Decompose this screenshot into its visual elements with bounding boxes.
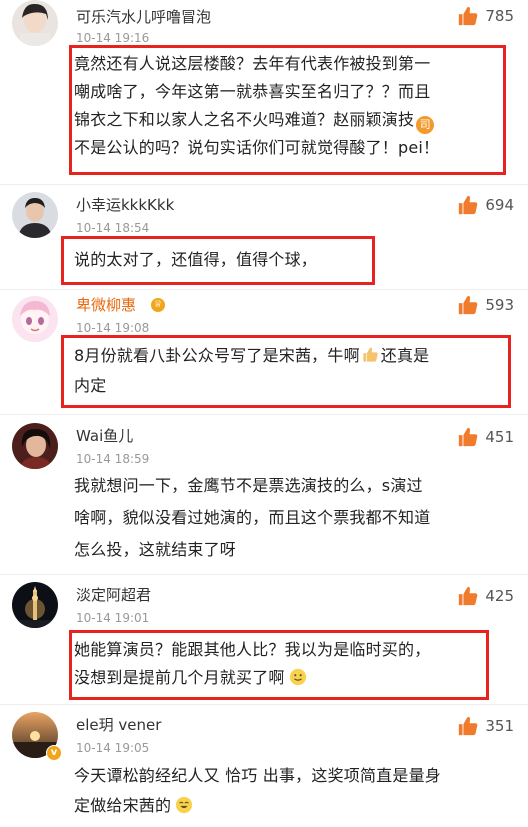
emoji-icon: 司	[416, 116, 435, 134]
comment-timestamp: 10-14 19:08	[76, 321, 150, 335]
thumbs-up-icon	[457, 426, 479, 448]
thumbs-up-icon	[457, 715, 479, 737]
comment-item: 可乐汽水儿呼噜冒泡 10-14 19:16 785 竟然还有人说这层楼酸？去年有…	[0, 0, 528, 185]
comment-line: 内定	[74, 376, 107, 395]
comment-line: 竟然还有人说这层楼酸？去年有代表作被投到第一	[74, 54, 431, 73]
like-count: 351	[485, 717, 514, 735]
comment-username[interactable]: 小幸运kkkKkk	[76, 196, 174, 214]
comment-line-text: 8月份就看八卦公众号写了是宋茜，牛啊	[74, 346, 360, 365]
comment-text: 今天谭松韵经纪人又 恰巧 出事，这奖项简直是量身 定做给宋茜的	[74, 761, 441, 824]
laugh-emoji-icon	[175, 794, 193, 824]
comment-line: 锦衣之下和以家人之名不火吗难道？赵丽颖演技司	[74, 106, 439, 134]
avatar[interactable]	[12, 192, 58, 238]
like-button[interactable]: 694	[457, 194, 514, 216]
comment-timestamp: 10-14 18:54	[76, 221, 150, 235]
like-button[interactable]: 785	[457, 5, 514, 27]
comment-timestamp: 10-14 19:16	[76, 31, 150, 45]
comment-username[interactable]: 卑微柳惠	[76, 296, 136, 314]
avatar[interactable]	[12, 582, 58, 628]
comment-line: 今天谭松韵经纪人又 恰巧 出事，这奖项简直是量身	[74, 766, 441, 785]
thumbs-up-icon	[457, 585, 479, 607]
comment-line: 我就想问一下，金鹰节不是票选演技的么，s演过	[74, 476, 423, 495]
like-count: 451	[485, 428, 514, 446]
comment-timestamp: 10-14 18:59	[76, 452, 150, 466]
comment-username[interactable]: 淡定阿超君	[76, 586, 151, 604]
like-button[interactable]: 425	[457, 585, 514, 607]
comment-text: 8月份就看八卦公众号写了是宋茜，牛啊 还真是 内定	[74, 342, 429, 400]
comment-line-text: 还真是	[380, 346, 430, 365]
thumbs-up-emoji-icon	[362, 344, 379, 372]
comment-text: 竟然还有人说这层楼酸？去年有代表作被投到第一 嘲成啥了，今年这第一就恭喜实至名归…	[74, 50, 439, 162]
comment-line: 啥啊，貌似没看过她演的，而且这个票我都不知道	[74, 508, 431, 527]
like-button[interactable]: 451	[457, 426, 514, 448]
comment-line: 怎么投，这就结束了呀	[74, 540, 237, 559]
comment-item: 小幸运kkkKkk 10-14 18:54 694 说的太对了，还值得，值得个球…	[0, 185, 528, 290]
like-count: 694	[485, 196, 514, 214]
comment-line: 说的太对了，还值得，值得个球，	[74, 250, 318, 269]
comment-item: 卑微柳惠 ♕ 10-14 19:08 593 8月份就看八卦公众号写了是宋茜，牛…	[0, 290, 528, 415]
comment-item: 淡定阿超君 10-14 19:01 425 她能算演员？能跟其他人比？我以为是临…	[0, 575, 528, 705]
thumbs-up-icon	[457, 194, 479, 216]
comment-line: 8月份就看八卦公众号写了是宋茜，牛啊 还真是	[74, 342, 429, 372]
verified-badge-icon: v	[46, 745, 62, 761]
comment-username[interactable]: 可乐汽水儿呼噜冒泡	[76, 8, 211, 26]
comment-line-text: 锦衣之下和以家人之名不火吗难道？赵丽颖演技	[74, 110, 415, 129]
like-count: 785	[485, 7, 514, 25]
comment-line: 不是公认的吗？说句实话你们可就觉得酸了！pei！	[74, 138, 440, 157]
comment-item: v ele玥 vener 10-14 19:05 351 今天谭松韵经纪人又 恰…	[0, 705, 528, 827]
comment-text: 她能算演员？能跟其他人比？我以为是临时买的， 没想到是提前几个月就买了啊	[74, 636, 430, 695]
comment-username[interactable]: Wai鱼儿	[76, 427, 133, 445]
comment-text: 说的太对了，还值得，值得个球，	[74, 246, 317, 274]
comment-line: 她能算演员？能跟其他人比？我以为是临时买的，	[74, 640, 431, 659]
vip-crown-icon: ♕	[150, 297, 166, 313]
comment-line: 定做给宋茜的	[74, 791, 441, 824]
comment-line: 没想到是提前几个月就买了啊	[74, 664, 430, 695]
like-button[interactable]: 351	[457, 715, 514, 737]
comment-line: 嘲成啥了，今年这第一就恭喜实至名归了？？而且	[74, 82, 431, 101]
like-count: 425	[485, 587, 514, 605]
avatar[interactable]	[12, 0, 58, 46]
comment-line-text: 定做给宋茜的	[74, 796, 172, 815]
avatar[interactable]	[12, 423, 58, 469]
like-count: 593	[485, 296, 514, 314]
avatar[interactable]	[12, 296, 58, 342]
thumbs-up-icon	[457, 294, 479, 316]
comment-username[interactable]: ele玥 vener	[76, 716, 161, 734]
like-button[interactable]: 593	[457, 294, 514, 316]
comment-timestamp: 10-14 19:05	[76, 741, 150, 755]
comment-line-text: 没想到是提前几个月就买了啊	[74, 668, 285, 687]
comment-text: 我就想问一下，金鹰节不是票选演技的么，s演过 啥啊，貌似没看过她演的，而且这个票…	[74, 470, 430, 566]
smile-emoji-icon	[289, 667, 307, 695]
comment-timestamp: 10-14 19:01	[76, 611, 150, 625]
comment-item: Wai鱼儿 10-14 18:59 451 我就想问一下，金鹰节不是票选演技的么…	[0, 415, 528, 575]
thumbs-up-icon	[457, 5, 479, 27]
